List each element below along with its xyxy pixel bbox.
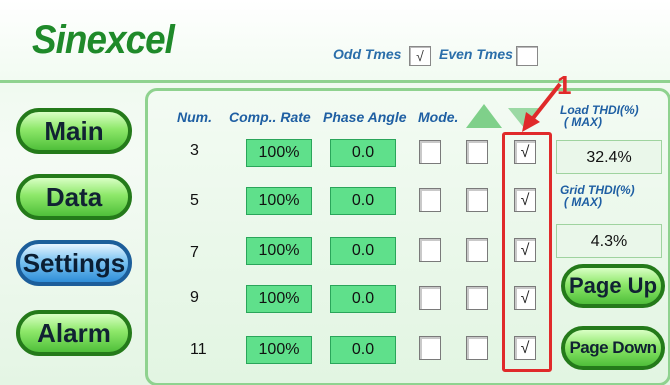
comp-rate-field[interactable]: 100% [246,187,312,215]
nav-main-button[interactable]: Main [16,108,132,154]
phase-angle-field[interactable]: 0.0 [330,187,396,215]
row-num: 9 [190,289,199,306]
sinexcel-logo: Sinexcel [32,18,175,62]
mode-checkbox-2[interactable] [466,286,488,310]
odd-times-checkbox[interactable]: √ [409,46,431,66]
page-down-button[interactable]: Page Down [561,326,665,370]
row-num: 5 [190,192,199,209]
nav-settings-button[interactable]: Settings [16,240,132,286]
mode-checkbox-2[interactable] [466,188,488,212]
even-times-label: Even Tmes [439,46,513,62]
phase-angle-field[interactable]: 0.0 [330,336,396,364]
col-header-num: Num. [177,109,212,125]
mode-checkbox-1[interactable] [419,286,441,310]
grid-thdi-label: Grid THDI(%) ( MAX) [560,183,635,209]
col-header-mode: Mode. [418,109,459,125]
mode-checkbox-2[interactable] [466,140,488,164]
mode-checkbox-2[interactable] [466,238,488,262]
even-times-checkbox[interactable] [516,46,538,66]
mode-checkbox-1[interactable] [419,188,441,212]
grid-thdi-value: 4.3% [556,224,662,258]
odd-times-label: Odd Tmes [333,46,402,62]
mode-checkbox-1[interactable] [419,238,441,262]
mode-checkbox-1[interactable] [419,336,441,360]
comp-rate-field[interactable]: 100% [246,336,312,364]
nav-alarm-button[interactable]: Alarm [16,310,132,356]
comp-rate-field[interactable]: 100% [246,285,312,313]
col-header-comp-rate: Comp.. Rate [229,109,311,125]
phase-angle-field[interactable]: 0.0 [330,237,396,265]
comp-rate-field[interactable]: 100% [246,237,312,265]
comp-rate-field[interactable]: 100% [246,139,312,167]
nav-data-button[interactable]: Data [16,174,132,220]
col-header-phase-angle: Phase Angle [323,109,407,125]
row-num: 3 [190,142,199,159]
phase-angle-field[interactable]: 0.0 [330,285,396,313]
annotation-highlight-box [502,132,552,372]
phase-angle-field[interactable]: 0.0 [330,139,396,167]
load-thdi-label: Load THDI(%) ( MAX) [560,103,639,129]
page-up-button[interactable]: Page Up [561,264,665,308]
row-num: 11 [190,341,207,358]
hmi-screen: Sinexcel Odd Tmes √ Even Tmes Main Data … [0,0,670,385]
row-num: 7 [190,244,199,261]
load-thdi-value: 32.4% [556,140,662,174]
annotation-arrow-icon [522,82,562,132]
mode-checkbox-2[interactable] [466,336,488,360]
mode-checkbox-1[interactable] [419,140,441,164]
scroll-up-icon[interactable] [466,104,502,128]
